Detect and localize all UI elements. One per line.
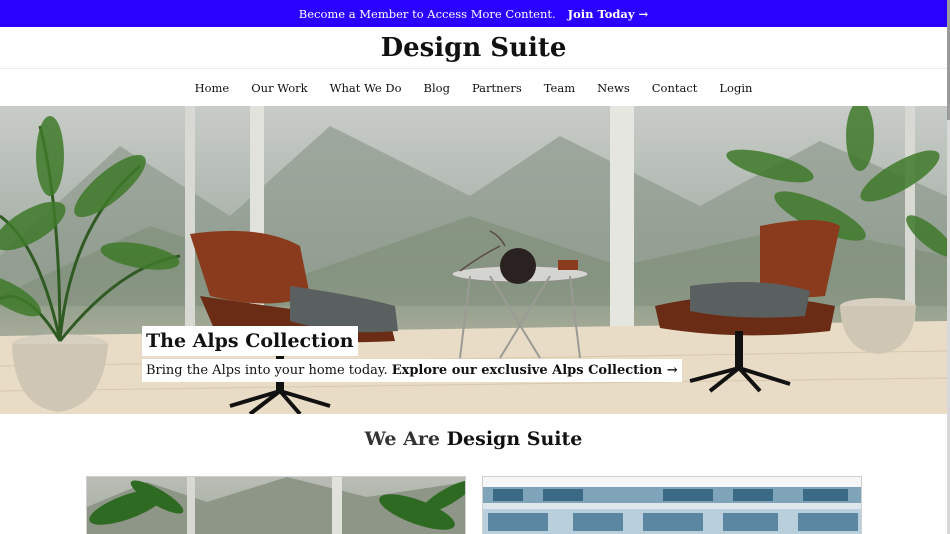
nav-what-we-do[interactable]: What We Do (319, 81, 413, 95)
nav-our-work[interactable]: Our Work (240, 81, 318, 95)
main-nav: Home Our Work What We Do Blog Partners T… (0, 69, 947, 106)
nav-contact[interactable]: Contact (641, 81, 709, 95)
feature-card-library[interactable] (482, 476, 862, 534)
site-logo-title[interactable]: Design Suite (0, 27, 947, 69)
library-thumbnail (483, 477, 861, 534)
hero-subtitle-box: Bring the Alps into your home today. Exp… (142, 359, 682, 382)
nav-blog[interactable]: Blog (413, 81, 461, 95)
nav-partners[interactable]: Partners (461, 81, 533, 95)
nav-news[interactable]: News (586, 81, 641, 95)
promo-banner: Become a Member to Access More Content. … (0, 0, 947, 27)
nav-team[interactable]: Team (533, 81, 586, 95)
feature-card-interior[interactable] (86, 476, 466, 534)
nav-home[interactable]: Home (184, 81, 241, 95)
about-heading-prefix: We Are (364, 428, 440, 450)
join-today-link[interactable]: Join Today → (568, 7, 649, 21)
hero-subtitle: Bring the Alps into your home today. (146, 363, 388, 378)
nav-login[interactable]: Login (708, 81, 763, 95)
about-heading-brand: Design Suite (446, 428, 583, 450)
explore-collection-link[interactable]: Explore our exclusive Alps Collection → (392, 363, 678, 378)
about-heading: We Are Design Suite (0, 428, 947, 450)
interior-thumbnail (87, 477, 465, 534)
promo-message: Become a Member to Access More Content. (298, 6, 556, 21)
hero-title: The Alps Collection (142, 326, 358, 356)
